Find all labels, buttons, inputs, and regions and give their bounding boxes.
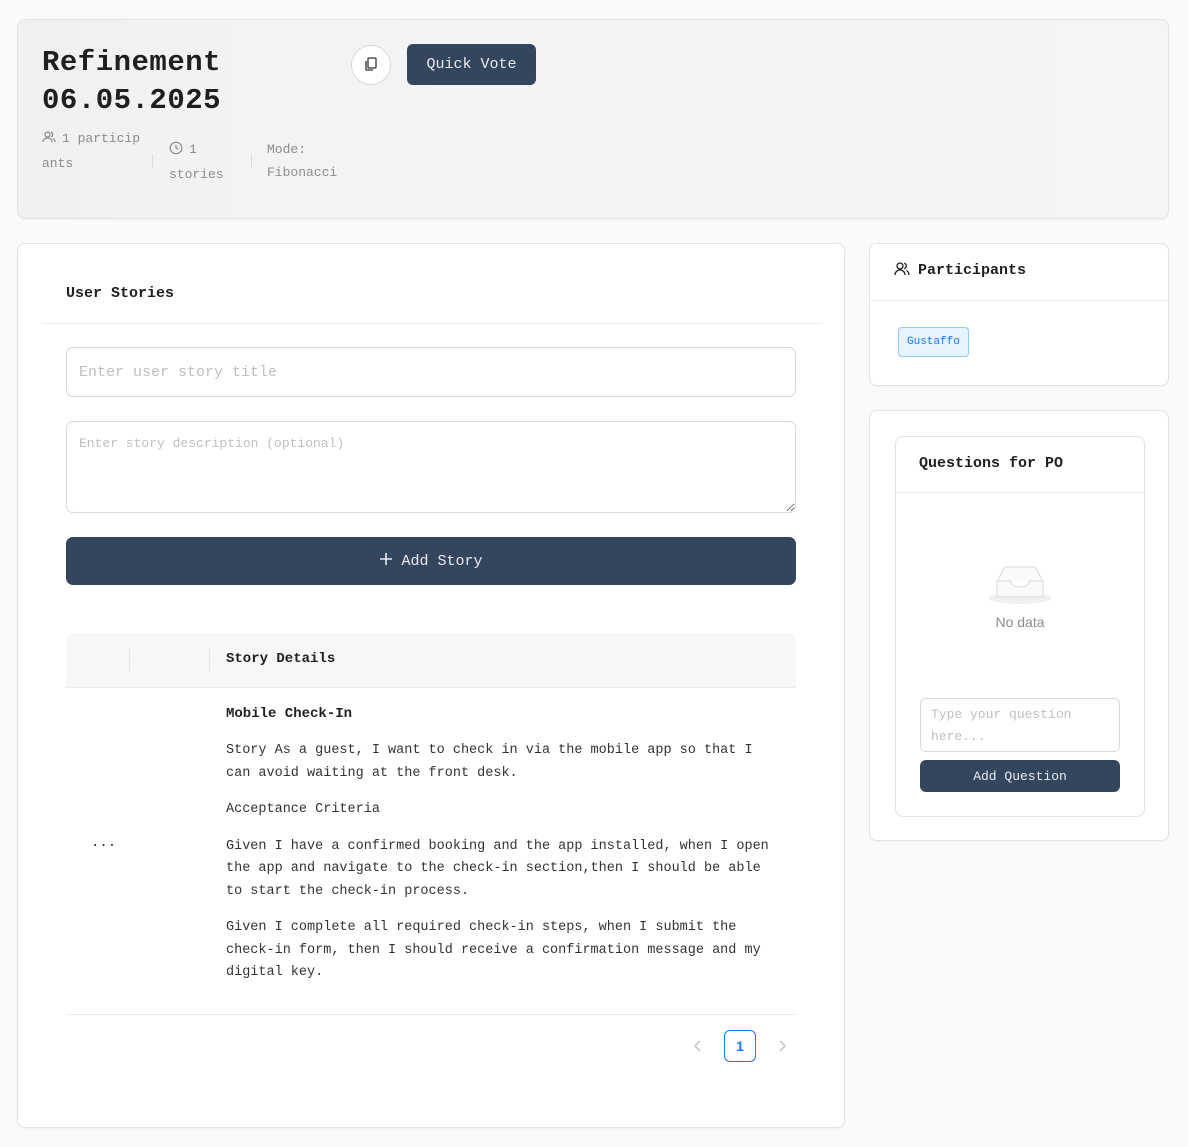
participants-count-text: 1 participants xyxy=(42,131,141,171)
plus-icon xyxy=(379,552,393,571)
story-paragraph: Acceptance Criteria xyxy=(226,802,380,817)
question-input[interactable] xyxy=(920,698,1120,752)
stories-table: Story Details ... Mobile Check-In Story … xyxy=(66,633,796,1062)
divider xyxy=(42,323,821,324)
meta-divider xyxy=(152,154,153,168)
mode-meta: Mode: Fibonacci xyxy=(267,139,357,184)
users-icon xyxy=(894,261,910,282)
meta-divider xyxy=(251,154,252,168)
users-icon xyxy=(42,130,56,153)
chevron-left-icon[interactable] xyxy=(686,1030,710,1062)
chevron-right-icon[interactable] xyxy=(770,1030,794,1062)
page-number-button[interactable]: 1 xyxy=(724,1030,756,1062)
mode-text: Mode: Fibonacci xyxy=(267,142,338,180)
participants-header: Participants xyxy=(870,244,1168,301)
story-details-header: Story Details xyxy=(226,651,336,667)
session-header: Refinement 06.05.2025 Quick Vote 1 parti… xyxy=(17,19,1169,219)
pagination: 1 xyxy=(686,1030,794,1062)
story-paragraph: Given I have a confirmed booking and the… xyxy=(226,838,769,899)
questions-panel: Questions for PO No data Add Question xyxy=(869,410,1169,841)
participants-count-meta: 1 participants xyxy=(42,128,142,175)
session-title: Refinement 06.05.2025 xyxy=(42,46,222,117)
participant-tag: Gustaffo xyxy=(898,327,969,357)
questions-header: Questions for PO xyxy=(896,437,1144,493)
story-title-input[interactable] xyxy=(66,347,796,397)
column-divider xyxy=(209,649,210,671)
participants-title: Participants xyxy=(918,262,1027,279)
stories-count-meta: 1 stories xyxy=(169,139,249,186)
table-header: Story Details xyxy=(66,633,796,688)
row-actions-menu[interactable]: ... xyxy=(91,835,116,851)
questions-card: Questions for PO No data Add Question xyxy=(895,436,1145,817)
story-description: Story As a guest, I want to check in via… xyxy=(226,740,781,999)
empty-state-text: No data xyxy=(995,614,1045,630)
copy-link-button[interactable] xyxy=(351,45,391,85)
add-story-label: Add Story xyxy=(401,552,483,570)
table-row: ... Mobile Check-In Story As a guest, I … xyxy=(66,688,796,1015)
user-stories-panel: User Stories Add Story Story Details ...… xyxy=(17,243,845,1128)
story-description-input[interactable] xyxy=(66,421,796,513)
quick-vote-button[interactable]: Quick Vote xyxy=(407,44,536,85)
add-story-button[interactable]: Add Story xyxy=(66,537,796,585)
questions-title: Questions for PO xyxy=(919,455,1064,472)
add-question-button[interactable]: Add Question xyxy=(920,760,1120,792)
user-stories-title: User Stories xyxy=(66,285,175,302)
participants-panel: Participants Gustaffo xyxy=(869,243,1169,386)
copy-icon xyxy=(364,56,378,74)
clock-icon xyxy=(169,141,183,164)
inbox-icon xyxy=(987,561,1053,610)
story-paragraph: Story As a guest, I want to check in via… xyxy=(226,743,753,781)
story-paragraph: Given I complete all required check-in s… xyxy=(226,920,761,980)
story-title: Mobile Check-In xyxy=(226,706,353,722)
column-divider xyxy=(129,649,130,671)
